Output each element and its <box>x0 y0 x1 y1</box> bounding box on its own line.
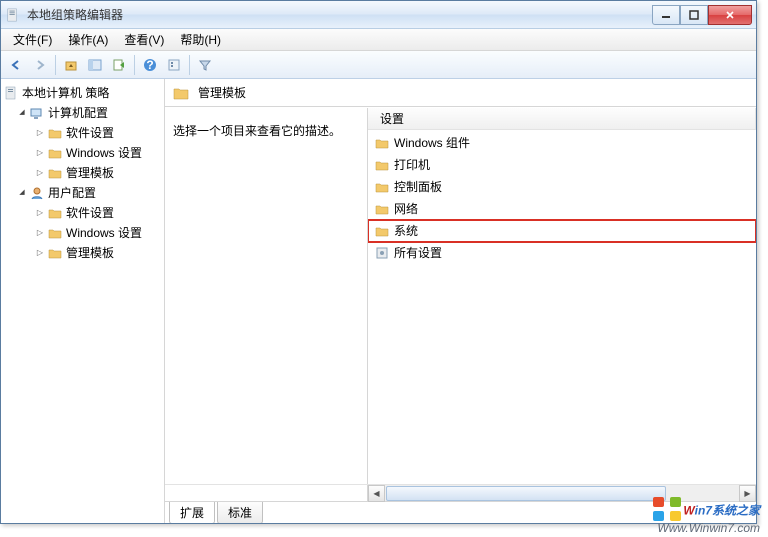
item-label: 网络 <box>394 200 418 218</box>
description-pane: 选择一个项目来查看它的描述。 <box>165 108 368 484</box>
help-button[interactable]: ? <box>139 54 161 76</box>
menu-view[interactable]: 查看(V) <box>116 28 172 51</box>
item-label: 控制面板 <box>394 178 442 196</box>
toolbar-separator <box>55 55 56 75</box>
tree-c-templates[interactable]: 管理模板 <box>1 163 164 183</box>
tree-u-templates[interactable]: 管理模板 <box>1 243 164 263</box>
expand-icon[interactable] <box>33 166 47 180</box>
tree-root[interactable]: 本地计算机 策略 <box>1 83 164 103</box>
footer-tabs: 扩展 标准 <box>165 501 756 523</box>
item-system[interactable]: 系统 <box>368 220 756 242</box>
expand-icon[interactable] <box>33 146 47 160</box>
list-pane: 设置 Windows 组件 打印机 <box>368 108 756 484</box>
tree-computer-config[interactable]: 计算机配置 <box>1 103 164 123</box>
up-button[interactable] <box>60 54 82 76</box>
close-button[interactable] <box>708 5 752 25</box>
export-button[interactable] <box>108 54 130 76</box>
window-title: 本地组策略编辑器 <box>27 6 652 23</box>
toolbar-separator <box>134 55 135 75</box>
expand-icon[interactable] <box>33 246 47 260</box>
item-label: Windows 组件 <box>394 134 470 152</box>
tree-c-software[interactable]: 软件设置 <box>1 123 164 143</box>
col-setting[interactable]: 设置 <box>374 108 756 129</box>
tree-label: 管理模板 <box>66 244 114 262</box>
tree-c-windows[interactable]: Windows 设置 <box>1 143 164 163</box>
item-printers[interactable]: 打印机 <box>368 154 756 176</box>
item-all-settings[interactable]: 所有设置 <box>368 242 756 264</box>
tree-panel[interactable]: 本地计算机 策略 计算机配置 软件设置 Windows 设置 管理模板 <box>1 79 165 523</box>
tree-label: 本地计算机 策略 <box>22 84 109 102</box>
scrollbar-track[interactable]: ◀ ▶ <box>368 485 756 501</box>
settings-icon <box>374 245 390 261</box>
tree-u-windows[interactable]: Windows 设置 <box>1 223 164 243</box>
folder-icon <box>47 165 63 181</box>
folder-icon <box>47 225 63 241</box>
forward-button[interactable] <box>29 54 51 76</box>
user-icon <box>29 185 45 201</box>
horizontal-scrollbar: ◀ ▶ <box>165 484 756 501</box>
tab-extended[interactable]: 扩展 <box>169 502 215 523</box>
item-label: 所有设置 <box>394 244 442 262</box>
tree-label: 软件设置 <box>66 124 114 142</box>
menu-file[interactable]: 文件(F) <box>5 28 60 51</box>
item-network[interactable]: 网络 <box>368 198 756 220</box>
scroll-thumb[interactable] <box>386 486 666 501</box>
tree-user-config[interactable]: 用户配置 <box>1 183 164 203</box>
back-button[interactable] <box>5 54 27 76</box>
description-prompt: 选择一个项目来查看它的描述。 <box>173 124 341 138</box>
filter-button[interactable] <box>194 54 216 76</box>
tab-standard[interactable]: 标准 <box>217 502 263 523</box>
folder-icon <box>374 201 390 217</box>
app-icon <box>5 7 21 23</box>
minimize-button[interactable] <box>652 5 680 25</box>
scroll-right-button[interactable]: ▶ <box>739 485 756 502</box>
folder-icon <box>374 179 390 195</box>
item-control-panel[interactable]: 控制面板 <box>368 176 756 198</box>
maximize-button[interactable] <box>680 5 708 25</box>
show-hide-tree-button[interactable] <box>84 54 106 76</box>
app-window: 本地组策略编辑器 文件(F) 操作(A) 查看(V) 帮助(H) ? 本地计算机… <box>0 0 757 524</box>
properties-button[interactable] <box>163 54 185 76</box>
menu-help[interactable]: 帮助(H) <box>172 28 229 51</box>
policy-icon <box>3 85 19 101</box>
expand-icon[interactable] <box>33 206 47 220</box>
titlebar[interactable]: 本地组策略编辑器 <box>1 1 756 29</box>
folder-icon <box>374 223 390 239</box>
folder-icon <box>47 125 63 141</box>
tree-label: Windows 设置 <box>66 224 142 242</box>
menu-action[interactable]: 操作(A) <box>60 28 116 51</box>
expand-icon[interactable] <box>15 186 29 200</box>
list-items[interactable]: Windows 组件 打印机 控制面板 网络 <box>368 130 756 484</box>
svg-text:?: ? <box>146 58 153 72</box>
folder-icon <box>173 85 189 101</box>
toolbar: ? <box>1 51 756 79</box>
tree-label: 软件设置 <box>66 204 114 222</box>
list-header[interactable]: 设置 <box>368 108 756 130</box>
header-title: 管理模板 <box>198 84 246 101</box>
scroll-left-button[interactable]: ◀ <box>368 485 385 502</box>
tree-label: 用户配置 <box>48 184 96 202</box>
item-windows-components[interactable]: Windows 组件 <box>368 132 756 154</box>
folder-icon <box>374 157 390 173</box>
expand-icon[interactable] <box>33 126 47 140</box>
folder-icon <box>47 245 63 261</box>
tree-u-software[interactable]: 软件设置 <box>1 203 164 223</box>
content-panel: 管理模板 选择一个项目来查看它的描述。 设置 Windows 组 <box>165 79 756 523</box>
item-label: 打印机 <box>394 156 430 174</box>
folder-icon <box>47 145 63 161</box>
toolbar-separator <box>189 55 190 75</box>
menubar: 文件(F) 操作(A) 查看(V) 帮助(H) <box>1 29 756 51</box>
folder-icon <box>47 205 63 221</box>
computer-icon <box>29 105 45 121</box>
tree-label: 管理模板 <box>66 164 114 182</box>
item-label: 系统 <box>394 222 418 240</box>
tree-label: Windows 设置 <box>66 144 142 162</box>
content-header: 管理模板 <box>165 79 756 107</box>
tree-label: 计算机配置 <box>48 104 108 122</box>
expand-icon[interactable] <box>15 106 29 120</box>
body-frame: 本地计算机 策略 计算机配置 软件设置 Windows 设置 管理模板 <box>1 79 756 523</box>
expand-icon[interactable] <box>33 226 47 240</box>
folder-icon <box>374 135 390 151</box>
